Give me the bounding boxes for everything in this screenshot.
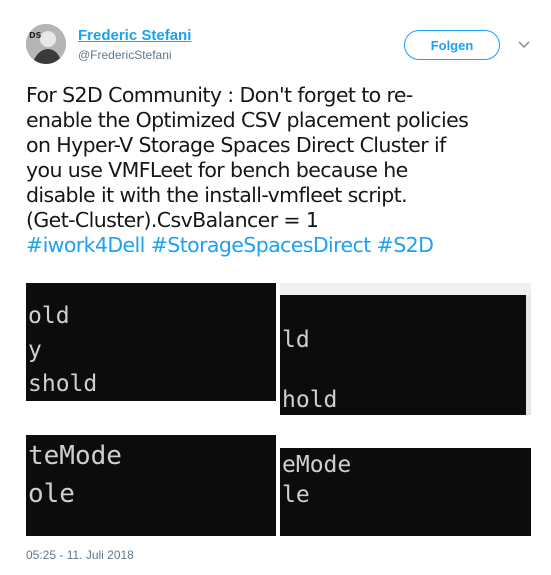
terminal-text: y [28,337,42,363]
media-image[interactable]: ld hold [280,283,531,415]
author-handle[interactable]: @FredericStefani [78,48,172,62]
terminal-text: ld [282,327,310,353]
tweet-text: For S2D Community : Don't forget to re- … [26,83,526,258]
hashtag-link[interactable]: #iwork4Dell [26,233,145,257]
tweet-line: enable the Optimized CSV placement polic… [26,108,469,132]
hashtag-link[interactable]: #S2D [377,233,434,257]
avatar[interactable]: DS [26,24,66,64]
author-name-link[interactable]: Frederic Stefani [78,27,191,44]
tweet-timestamp[interactable]: 05:25 - 11. Juli 2018 [26,548,134,562]
avatar-image: DS [26,24,66,64]
media-image[interactable]: old y shold [26,283,276,401]
terminal-text: eMode [282,452,352,478]
follow-button[interactable]: Folgen [404,30,500,60]
terminal-text: teMode [28,441,122,471]
terminal-text: ole [28,479,75,509]
terminal-text: old [28,303,70,329]
tweet-header: DS Frederic Stefani @FredericStefani Fol… [26,22,536,66]
scrollbar [526,295,531,415]
chevron-down-icon[interactable] [516,36,532,52]
tweet-line: For S2D Community : Don't forget to re- [26,83,413,107]
media-image[interactable]: teMode ole [26,435,276,536]
hashtag-link[interactable]: #StorageSpacesDirect [151,233,372,257]
terminal-text: le [282,482,310,508]
tweet-line: disable it with the install-vmfleet scri… [26,183,408,207]
svg-text:DS: DS [29,31,42,40]
terminal-text: shold [28,371,98,397]
media-image[interactable]: eMode le [280,448,531,536]
window-titlebar [280,283,531,295]
tweet-line: on Hyper-V Storage Spaces Direct Cluster… [26,133,446,157]
terminal-text: hold [282,387,338,413]
tweet-line: you use VMFLeet for bench because he [26,158,408,182]
media-grid: old y shold ld hold teMode ole eMode le [26,283,531,536]
tweet-line: (Get-Cluster).CsvBalancer = 1 [26,208,319,232]
hashtag-line: #iwork4Dell #StorageSpacesDirect #S2D [26,233,526,258]
